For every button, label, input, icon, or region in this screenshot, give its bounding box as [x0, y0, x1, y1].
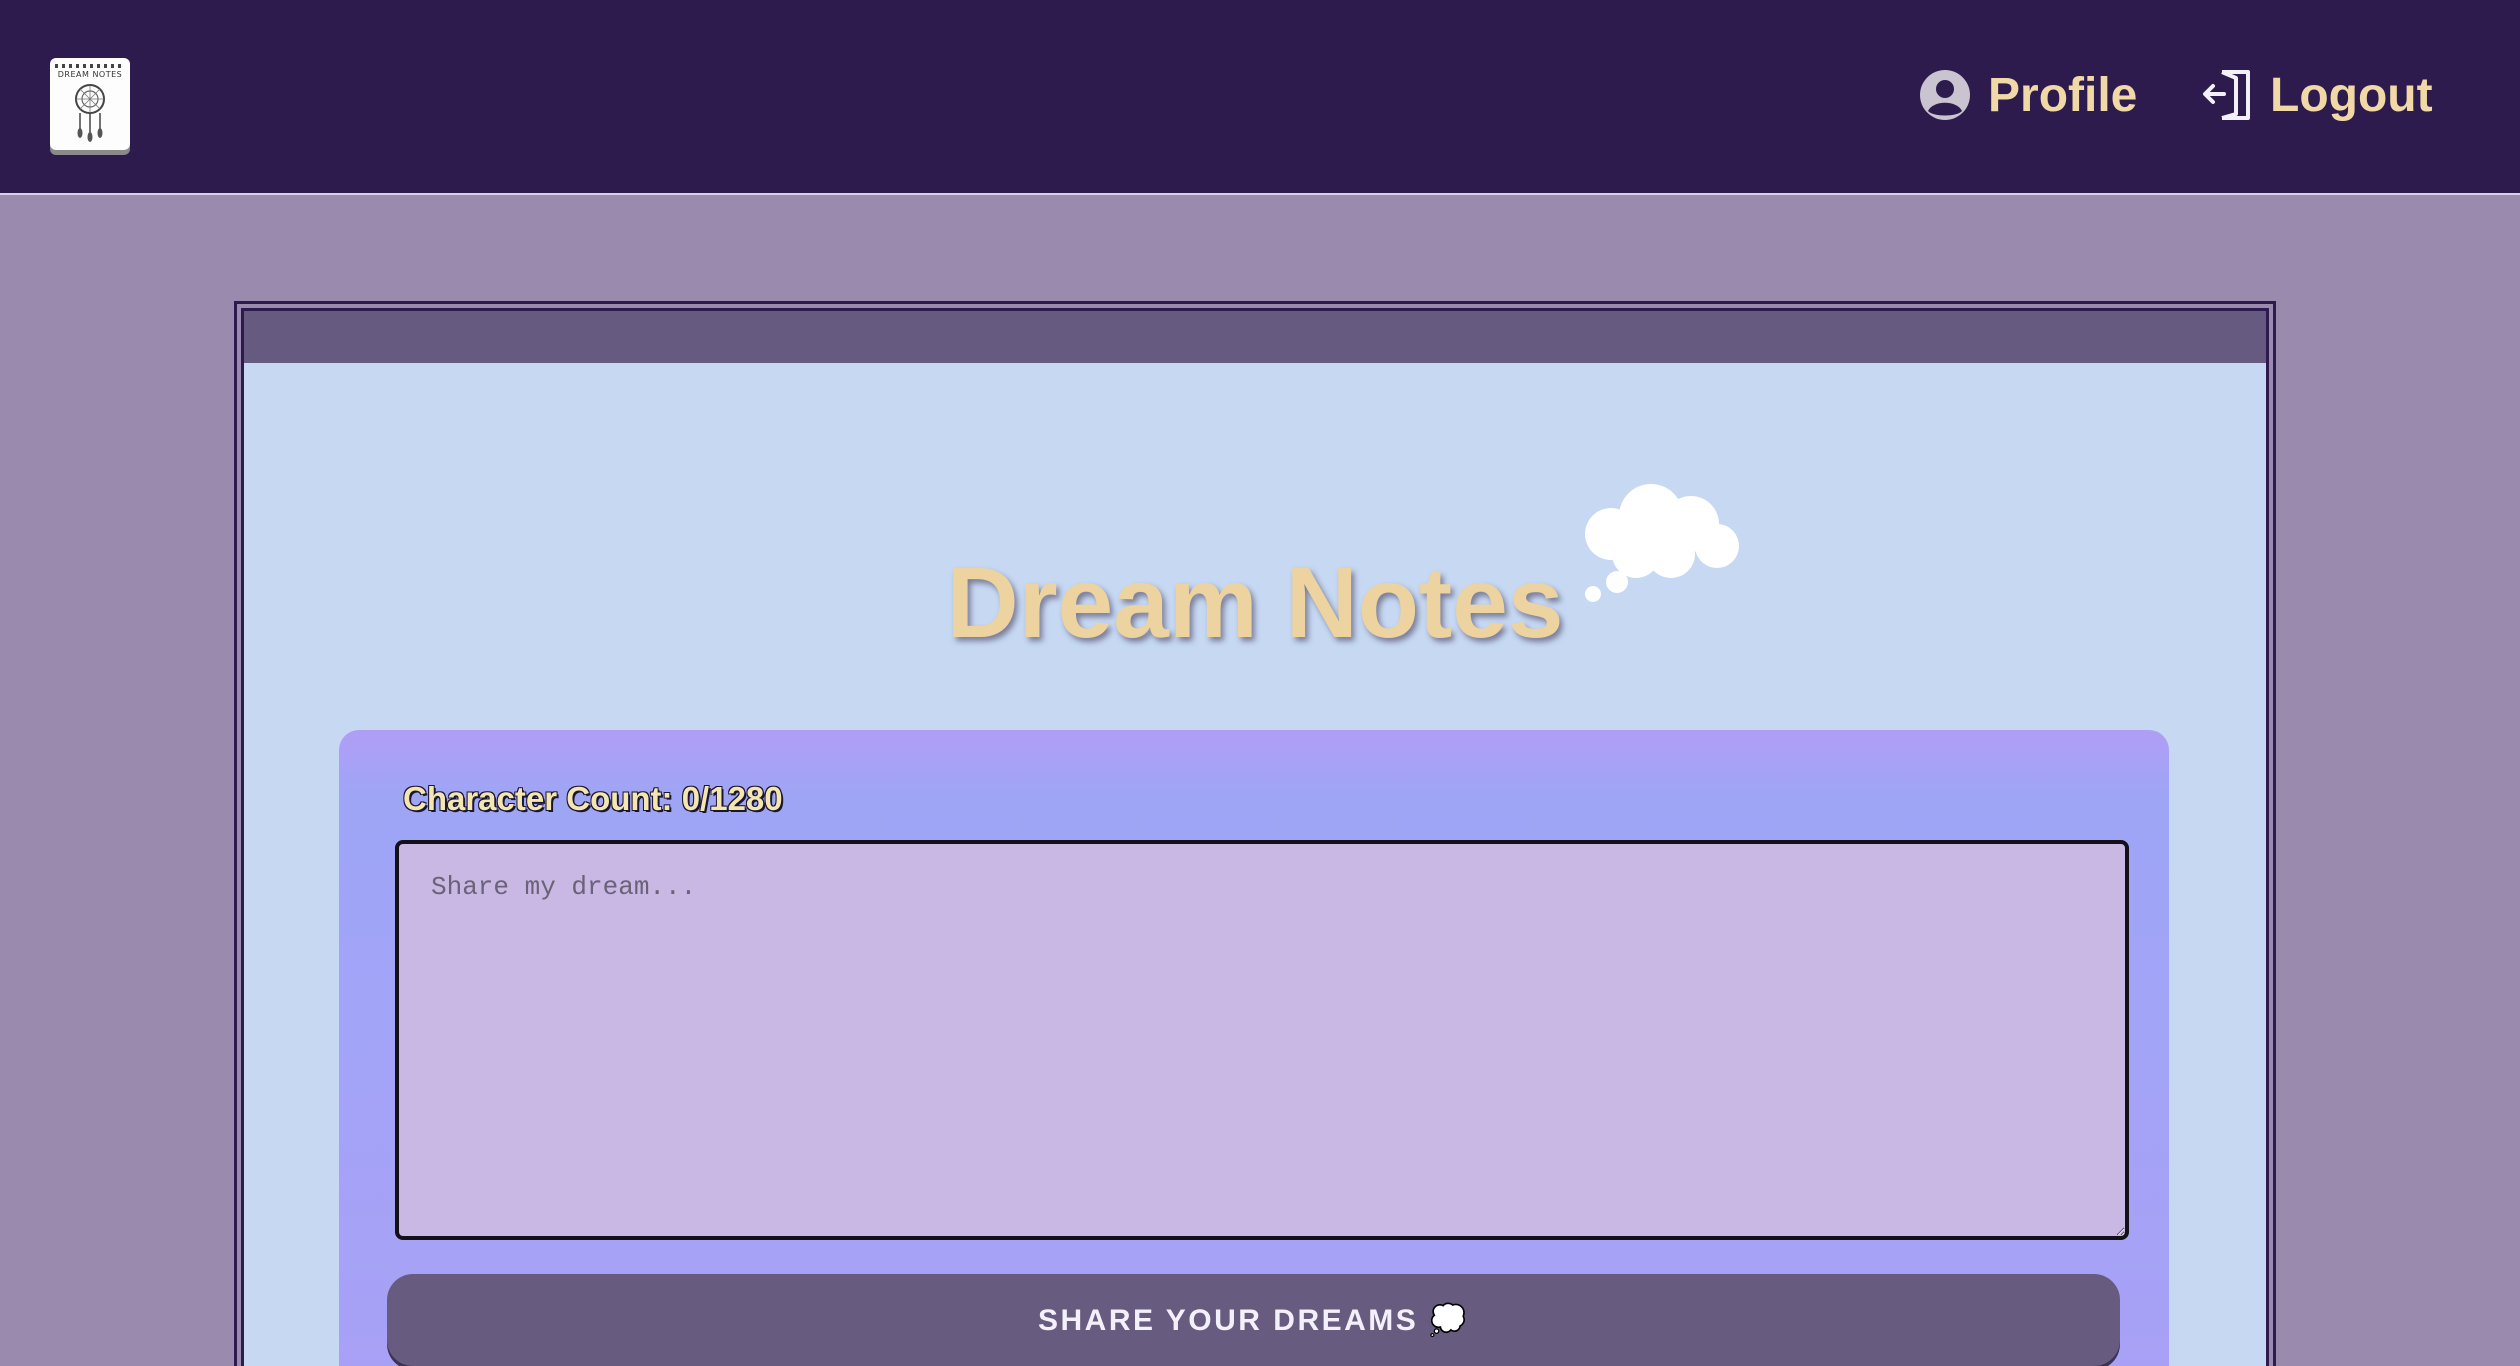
page-title-wrap: Dream Notes: [946, 484, 1740, 661]
logo-text: DREAM NOTES: [57, 70, 123, 79]
character-count: Character Count: 0/1280: [403, 780, 783, 817]
logo-spiral-binding: [55, 64, 125, 68]
dream-form-panel: Character Count: 0/1280 SHARE YOUR DREAM…: [339, 730, 2169, 1366]
logout-link[interactable]: Logout: [2200, 60, 2433, 130]
door-exit-icon: [2200, 68, 2254, 122]
page-title: Dream Notes: [946, 547, 1564, 659]
user-circle-icon: [1918, 68, 1972, 122]
logout-label: Logout: [2270, 68, 2433, 122]
dream-window-frame: Dream Notes Character Count: 0/1280 SHAR…: [234, 301, 2276, 1366]
profile-link[interactable]: Profile: [1918, 60, 2137, 130]
dream-textarea[interactable]: [395, 840, 2129, 1240]
window-titlebar: [244, 311, 2266, 363]
dreamcatcher-icon: [75, 84, 105, 142]
page-title-row: Dream Notes: [244, 484, 2266, 661]
profile-label: Profile: [1988, 68, 2138, 122]
dream-notes-logo[interactable]: DREAM NOTES: [50, 58, 130, 150]
top-navbar: DREAM NOTES Profile Logout: [0, 0, 2520, 195]
thought-cloud-icon: [1585, 484, 1740, 602]
dream-window: Dream Notes Character Count: 0/1280 SHAR…: [241, 308, 2269, 1366]
share-dreams-button[interactable]: SHARE YOUR DREAMS 💭: [387, 1274, 2120, 1366]
